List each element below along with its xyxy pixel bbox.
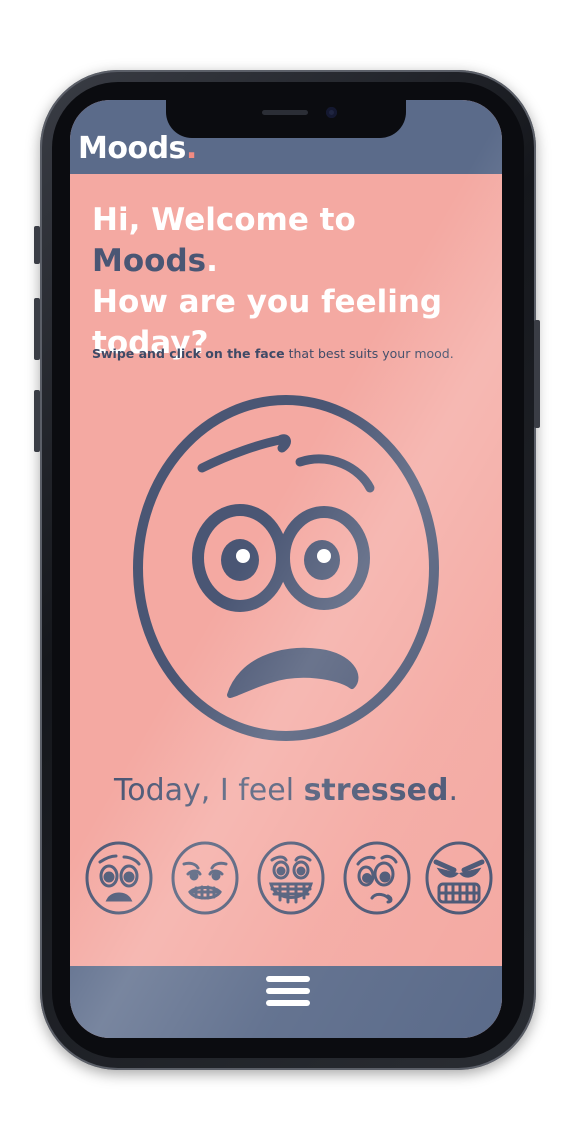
feeling-statement: Today, I feel stressed.	[114, 773, 458, 808]
mood-option-worried[interactable]	[84, 840, 154, 916]
grinning-face-icon	[257, 841, 325, 915]
current-mood: stressed	[303, 773, 449, 808]
welcome-heading: Hi, Welcome to Moods. How are you feelin…	[92, 200, 482, 364]
angry-face-icon	[425, 841, 493, 915]
welcome-line-2: How are you feeling	[92, 284, 443, 320]
worried-face-icon	[85, 841, 153, 915]
mood-option-angry[interactable]	[424, 840, 494, 916]
anxious-face-icon	[171, 841, 239, 915]
notch	[166, 100, 406, 138]
menu-bar-bottom	[266, 1000, 310, 1006]
power-button	[534, 320, 540, 428]
mood-option-anxious[interactable]	[170, 840, 240, 916]
stressed-face-icon[interactable]	[130, 390, 442, 750]
mood-option-excited[interactable]	[256, 840, 326, 916]
welcome-brand: Moods	[92, 243, 207, 279]
hamburger-menu-icon[interactable]	[266, 974, 310, 1008]
app-footer	[70, 966, 502, 1038]
speaker-grille	[262, 110, 308, 115]
menu-bar-top	[266, 976, 310, 982]
menu-bar-middle	[266, 988, 310, 994]
logo-text: Moods	[78, 131, 186, 166]
instruction-text: Swipe and click on the face that best su…	[92, 346, 454, 361]
mood-selector	[84, 840, 494, 920]
volume-down-button	[34, 390, 40, 452]
front-camera-icon	[326, 107, 337, 118]
volume-up-button	[34, 298, 40, 360]
welcome-line-1: Hi, Welcome to Moods.	[92, 202, 356, 279]
mood-option-confused[interactable]	[342, 840, 412, 916]
silent-switch	[34, 226, 40, 264]
app-logo[interactable]: Moods.	[78, 134, 197, 164]
confused-face-icon	[343, 841, 411, 915]
phone-screen: Moods. Hi, Welcome to Moods. How are you…	[70, 100, 502, 1038]
